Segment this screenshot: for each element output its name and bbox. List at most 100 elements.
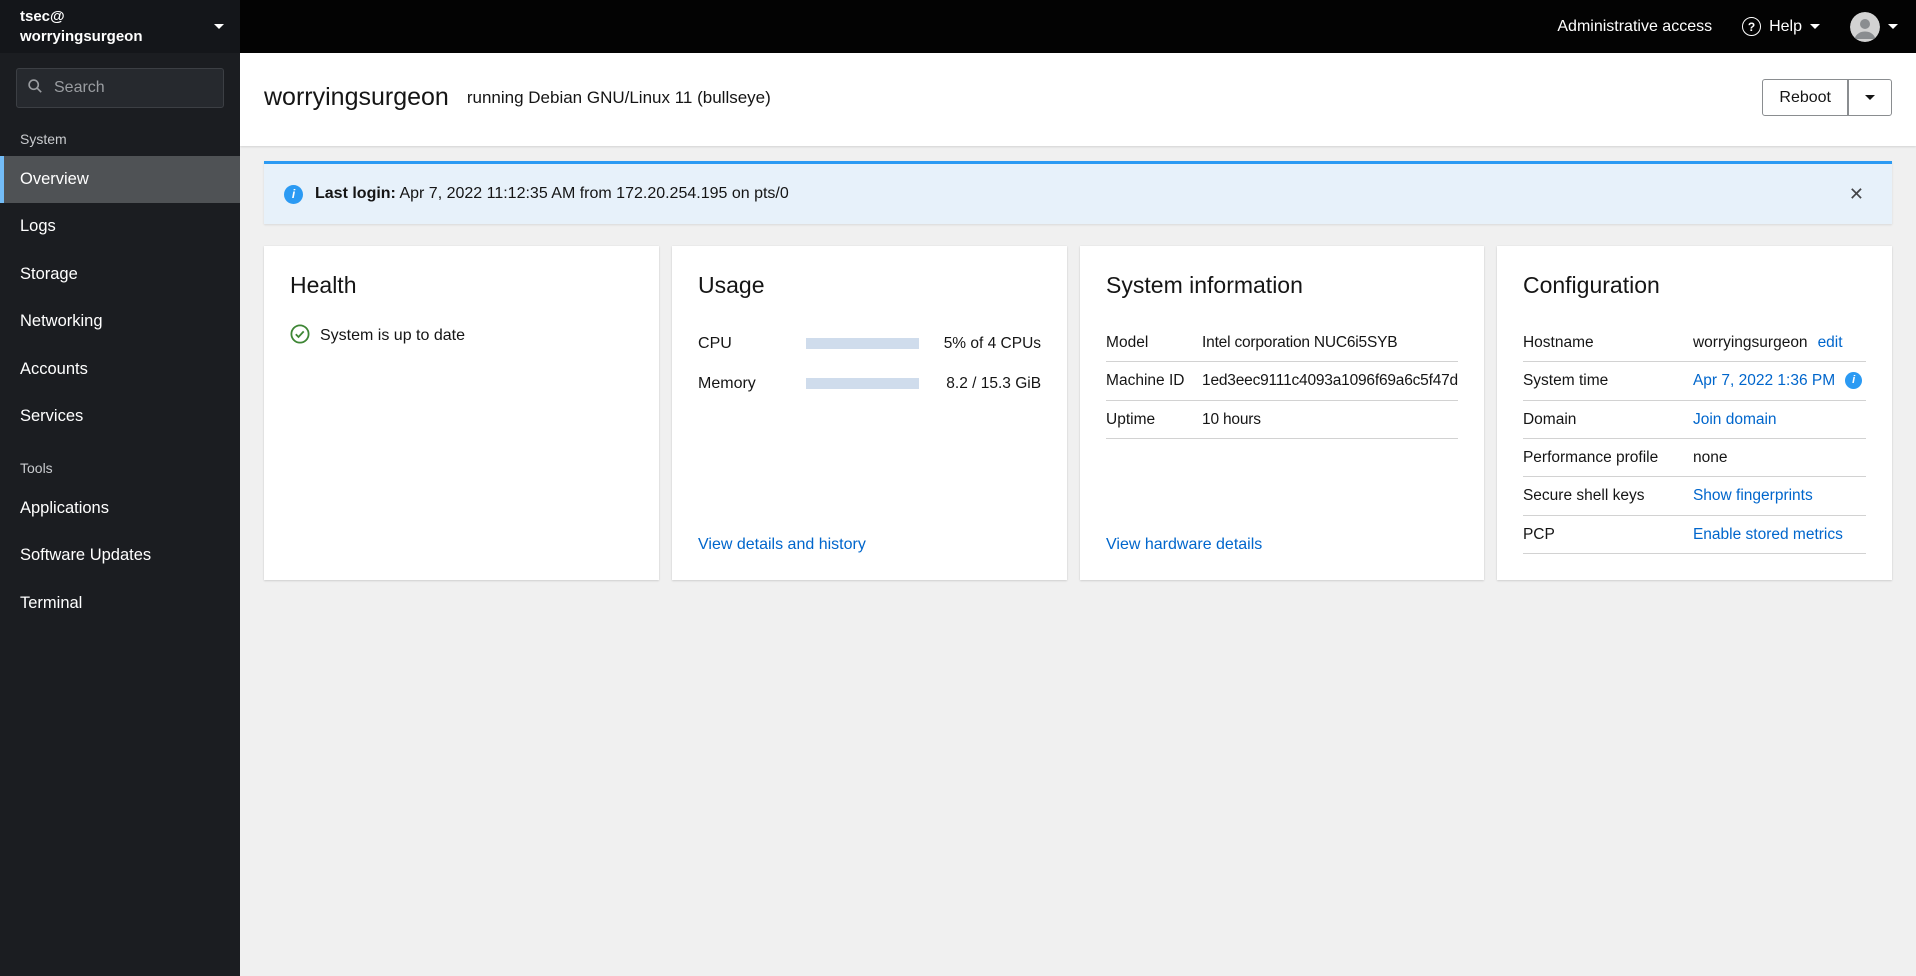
hostname-value: worryingsurgeon (1692, 333, 1808, 351)
pcp-row: PCP Enable stored metrics (1522, 516, 1866, 555)
user-host-menu[interactable]: tsec@ worryingsurgeon (0, 0, 240, 53)
sidebar-item-accounts[interactable]: Accounts (0, 346, 240, 393)
help-label: Help (1769, 17, 1802, 35)
model-row: Model Intel corporation NUC6i5SYB (1106, 324, 1458, 363)
reboot-button[interactable]: Reboot (1762, 79, 1848, 117)
sidebar-search (16, 68, 224, 108)
enable-stored-metrics-link[interactable]: Enable stored metrics (1693, 525, 1843, 544)
usage-card-title: Usage (698, 272, 765, 299)
chevron-down-icon (1888, 24, 1898, 29)
avatar (1850, 11, 1880, 42)
page-title: worryingsurgeon (264, 83, 449, 112)
search-input[interactable] (52, 78, 213, 98)
hostname-value-group: worryingsurgeon edit (1693, 333, 1843, 352)
system-time-label: System time (1522, 372, 1609, 390)
chevron-down-icon (214, 24, 224, 29)
sidebar-item-networking[interactable]: Networking (0, 298, 240, 345)
join-domain-link[interactable]: Join domain (1693, 410, 1777, 429)
sidebar-item-overview[interactable]: Overview (0, 156, 240, 204)
machine-id-label: Machine ID (1106, 372, 1185, 390)
sidebar-item-logs[interactable]: Logs (0, 203, 240, 250)
machine-id-value: 1ed3eec9111c4093a1096f69a6c5f47d (1202, 372, 1458, 390)
reboot-dropdown-toggle[interactable] (1848, 79, 1892, 117)
last-login-alert: i Last login: Apr 7, 2022 11:12:35 AM fr… (264, 161, 1892, 225)
sidebar: tsec@ worryingsurgeon System Overview Lo… (0, 0, 240, 976)
health-status-text: System is up to date (320, 327, 465, 345)
configuration-card-title: Configuration (1522, 272, 1660, 299)
performance-profile-row: Performance profile none (1522, 439, 1866, 478)
domain-label: Domain (1522, 410, 1577, 428)
performance-profile-label: Performance profile (1522, 448, 1659, 466)
pcp-value-group: Enable stored metrics (1693, 525, 1843, 544)
model-value: Intel corporation NUC6i5SYB (1202, 333, 1398, 351)
sidebar-item-services[interactable]: Services (0, 393, 240, 440)
memory-usage-row: Memory 8.2 / 15.3 GiB (698, 364, 1041, 404)
view-details-history-link[interactable]: View details and history (698, 536, 1041, 554)
page-header: worryingsurgeon running Debian GNU/Linux… (240, 53, 1916, 147)
memory-label: Memory (698, 374, 756, 392)
health-card: Health System is up to date (264, 246, 660, 581)
info-icon[interactable]: i (1845, 372, 1863, 390)
memory-progress-bar (806, 378, 920, 390)
cpu-usage-value: 5% of 4 CPUs (943, 334, 1042, 352)
hostname-row: Hostname worryingsurgeon edit (1522, 324, 1866, 363)
cpu-progress-bar (806, 338, 920, 350)
user-host-label: tsec@ worryingsurgeon (20, 7, 143, 46)
search-icon (27, 78, 43, 99)
cockpit-app: tsec@ worryingsurgeon System Overview Lo… (0, 0, 1916, 976)
uptime-value: 10 hours (1202, 410, 1261, 428)
sidebar-item-terminal[interactable]: Terminal (0, 580, 240, 627)
alert-title: Last login: (315, 185, 396, 203)
view-hardware-details-link[interactable]: View hardware details (1106, 536, 1458, 554)
system-information-card: System information Model Intel corporati… (1080, 246, 1484, 581)
health-card-title: Health (290, 272, 357, 299)
cpu-label: CPU (698, 334, 732, 352)
cpu-usage-row: CPU 5% of 4 CPUs (698, 324, 1041, 364)
administrative-access-label: Administrative access (1557, 17, 1713, 35)
main-column: Administrative access ? Help worryingsur… (240, 0, 1916, 976)
sidebar-item-software-updates[interactable]: Software Updates (0, 532, 240, 579)
alert-message: Apr 7, 2022 11:12:35 AM from 172.20.254.… (399, 185, 789, 203)
sidebar-item-storage[interactable]: Storage (0, 251, 240, 298)
alert-text: Last login: Apr 7, 2022 11:12:35 AM from… (315, 185, 789, 203)
os-subtitle: running Debian GNU/Linux 11 (bullseye) (466, 87, 771, 107)
secure-shell-keys-label: Secure shell keys (1522, 487, 1645, 505)
close-icon[interactable]: ✕ (1841, 181, 1872, 207)
host-name: worryingsurgeon (20, 27, 143, 45)
overview-cards: Health System is up to date Usage CPU 5%… (264, 246, 1892, 581)
help-menu[interactable]: ? Help (1742, 17, 1820, 36)
system-time-link[interactable]: Apr 7, 2022 1:36 PM (1693, 371, 1835, 390)
user-name: tsec@ (20, 8, 65, 25)
session-menu[interactable] (1850, 11, 1898, 42)
pcp-label: PCP (1522, 525, 1555, 543)
system-time-value-group: Apr 7, 2022 1:36 PM i (1693, 371, 1863, 390)
domain-row: Domain Join domain (1522, 401, 1866, 439)
performance-profile-value: none (1692, 448, 1728, 466)
check-circle-icon (290, 324, 310, 349)
nav-section-tools: Tools (20, 459, 53, 476)
memory-usage-value: 8.2 / 15.3 GiB (946, 374, 1042, 392)
overview-page: worryingsurgeon running Debian GNU/Linux… (240, 53, 1916, 976)
help-icon: ? (1742, 17, 1762, 36)
machine-id-row: Machine ID 1ed3eec9111c4093a1096f69a6c5f… (1106, 362, 1458, 401)
model-label: Model (1106, 333, 1149, 351)
hostname-label: Hostname (1522, 333, 1594, 351)
nav-section-system: System (20, 131, 67, 147)
uptime-row: Uptime 10 hours (1106, 401, 1458, 439)
system-information-card-title: System information (1106, 272, 1303, 299)
configuration-card: Configuration Hostname worryingsurgeon e… (1496, 246, 1892, 581)
chevron-down-icon (1810, 24, 1820, 29)
sidebar-item-applications[interactable]: Applications (0, 485, 240, 532)
performance-profile-value-group: none (1693, 448, 1727, 467)
secure-shell-keys-value-group: Show fingerprints (1693, 486, 1813, 505)
top-bar: Administrative access ? Help (240, 0, 1916, 53)
show-fingerprints-link[interactable]: Show fingerprints (1693, 486, 1813, 505)
secure-shell-keys-row: Secure shell keys Show fingerprints (1522, 477, 1866, 516)
edit-hostname-link[interactable]: edit (1818, 333, 1843, 352)
uptime-label: Uptime (1106, 410, 1156, 428)
domain-value-group: Join domain (1693, 410, 1777, 429)
administrative-access-button[interactable]: Administrative access (1557, 18, 1712, 36)
usage-card: Usage CPU 5% of 4 CPUs Memory 8.2 / 15.3… (672, 246, 1068, 581)
info-icon: i (284, 184, 303, 204)
page-content: i Last login: Apr 7, 2022 11:12:35 AM fr… (240, 146, 1916, 976)
